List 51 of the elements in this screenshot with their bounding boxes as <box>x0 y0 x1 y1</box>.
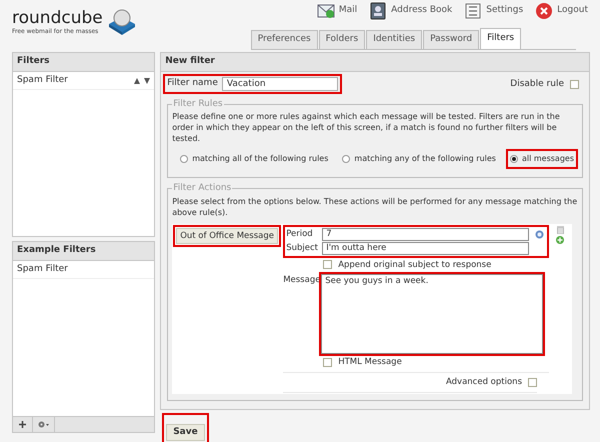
checkbox-label: Append original subject to response <box>338 258 492 272</box>
radio-button[interactable] <box>180 155 188 163</box>
filter-name-field[interactable]: Vacation <box>222 76 338 90</box>
save-button[interactable]: Save <box>166 424 205 442</box>
checkbox[interactable] <box>323 260 332 270</box>
tab[interactable]: Filters <box>480 28 522 48</box>
tab[interactable]: Folders <box>318 30 366 48</box>
panel-title: Filters <box>13 53 154 72</box>
address-book-icon <box>369 2 388 20</box>
checkbox-label: Advanced options <box>446 376 522 389</box>
field-label: Period <box>286 228 314 240</box>
gear-icon <box>38 421 50 428</box>
fieldset-legend: Filter Rules <box>172 98 224 111</box>
rules-description: Please define one or more rules against which each message will be tested. Filters are run in the order in which they appear on the left of this screen, if a match is found no further filters will be tested. <box>172 111 561 144</box>
nav-link[interactable]: Logout <box>535 2 588 20</box>
add-icon[interactable] <box>556 236 564 244</box>
logo-text: roundcube <box>12 8 103 28</box>
checkbox[interactable] <box>323 358 332 368</box>
radio-label: matching all of the following rules <box>192 153 328 165</box>
radio-label: matching any of the following rules <box>354 153 496 165</box>
field-label: Message <box>283 274 320 287</box>
nav-link[interactable]: Settings <box>464 2 524 20</box>
filter-list-item[interactable]: Spam Filter <box>13 260 154 279</box>
checkbox-label: HTML Message <box>338 356 402 369</box>
subject-field[interactable]: I'm outta here <box>322 242 529 254</box>
plus-icon <box>19 421 26 428</box>
field-label: Subject <box>286 242 319 254</box>
radio-label: all messages <box>522 153 574 165</box>
radio-button[interactable] <box>510 155 518 163</box>
checkbox[interactable] <box>528 378 537 387</box>
help-icon[interactable] <box>535 230 544 238</box>
fieldset-legend: Filter Actions <box>172 182 232 196</box>
field-label: Disable rule <box>510 78 564 91</box>
checkbox[interactable] <box>570 80 579 90</box>
field-label: Filter name <box>167 76 218 90</box>
panel-title: Example Filters <box>13 242 154 260</box>
panel-title: New filter <box>161 53 589 72</box>
tab[interactable]: Identities <box>366 30 422 48</box>
nav-link[interactable]: Address Book <box>369 2 452 20</box>
tab[interactable]: Password <box>423 30 480 48</box>
move-arrows-icon[interactable] <box>134 76 150 84</box>
actions-description: Please select from the options below. These actions will be performed for any message matching the above rule(s). <box>172 196 578 218</box>
period-field[interactable]: 7 <box>322 228 529 240</box>
message-field[interactable]: See you guys in a week. <box>321 274 543 354</box>
action-dropdown[interactable]: Out of Office Message <box>176 228 278 244</box>
logo-icon <box>106 8 137 36</box>
tab[interactable]: Preferences <box>250 30 318 48</box>
nav-link[interactable]: Mail <box>316 2 358 20</box>
trash-icon[interactable] <box>556 226 564 234</box>
filter-list-item[interactable]: Spam Filter <box>13 72 154 90</box>
radio-button[interactable] <box>342 155 350 163</box>
